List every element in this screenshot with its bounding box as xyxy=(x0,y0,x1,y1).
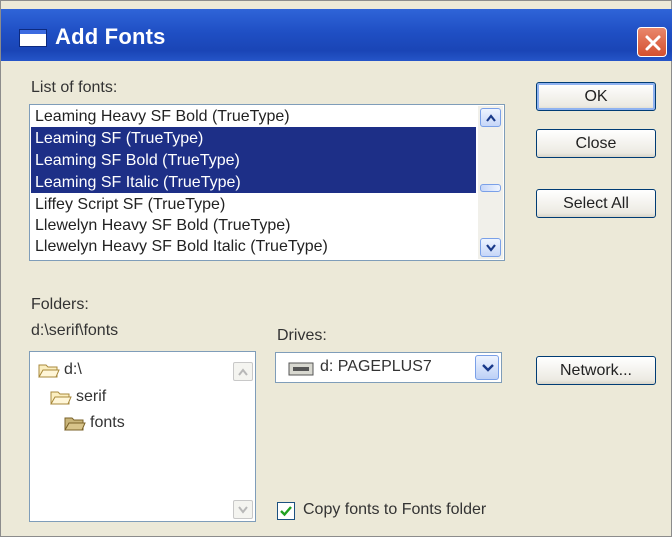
select-all-button[interactable]: Select All xyxy=(536,189,656,218)
folder-item-fonts[interactable]: fonts xyxy=(64,411,125,435)
current-path: d:\serif\fonts xyxy=(31,322,119,339)
font-list-item[interactable]: Leaming Heavy SF Bold (TrueType) xyxy=(35,106,290,127)
folder-scrollbar[interactable] xyxy=(233,354,253,519)
drive-icon xyxy=(288,362,314,376)
font-list-item[interactable]: Llewelyn Heavy SF Bold Italic (TrueType) xyxy=(35,236,328,257)
scroll-down-button[interactable] xyxy=(480,238,501,257)
scroll-thumb[interactable] xyxy=(480,184,501,192)
folder-item-d[interactable]: d:\ xyxy=(38,358,82,382)
scroll-up-button[interactable] xyxy=(233,362,253,381)
folder-icon xyxy=(50,391,72,405)
close-icon xyxy=(645,35,661,51)
scroll-arrow-icon xyxy=(486,114,496,122)
scroll-arrow-icon xyxy=(486,244,496,252)
copy-fonts-label[interactable]: Copy fonts to Fonts folder xyxy=(303,501,486,519)
font-list-label: List of fonts: xyxy=(31,79,118,96)
font-list-item[interactable]: Leaming SF (TrueType) xyxy=(35,128,203,149)
folder-item-serif[interactable]: serif xyxy=(50,385,106,409)
folder-label: fonts xyxy=(90,414,125,431)
chevron-down-icon xyxy=(482,364,494,372)
folder-label: serif xyxy=(76,388,107,405)
font-list-scrollbar[interactable] xyxy=(478,106,503,259)
folders-label: Folders: xyxy=(31,296,89,313)
font-list-item[interactable]: Leaming SF Bold (TrueType) xyxy=(35,150,240,171)
font-list-item[interactable]: Leaming SF Italic (TrueType) xyxy=(35,172,241,193)
dropdown-arrow-button[interactable] xyxy=(475,355,499,380)
add-fonts-dialog: Add Fonts List of fonts: Leaming Heavy S… xyxy=(0,0,672,537)
drive-selected: d: PAGEPLUS7 xyxy=(320,358,432,375)
font-list[interactable]: Leaming Heavy SF Bold (TrueType) Leaming… xyxy=(29,104,505,261)
network-button[interactable]: Network... xyxy=(536,356,656,385)
folder-tree[interactable]: d:\ serif fonts xyxy=(29,351,256,522)
folder-icon xyxy=(64,417,86,431)
scroll-arrow-icon xyxy=(238,368,248,376)
checkmark-icon xyxy=(280,506,292,517)
dialog-title: Add Fonts xyxy=(55,24,166,49)
close-button[interactable]: Close xyxy=(536,129,656,158)
title-bar[interactable]: Add Fonts xyxy=(1,9,672,61)
scroll-arrow-icon xyxy=(238,506,248,514)
drives-dropdown[interactable]: d: PAGEPLUS7 xyxy=(275,352,502,383)
drives-label: Drives: xyxy=(277,327,327,344)
scroll-up-button[interactable] xyxy=(480,108,501,127)
copy-fonts-checkbox[interactable] xyxy=(277,502,295,520)
window-icon xyxy=(19,29,47,47)
font-list-item[interactable]: Llewelyn Heavy SF Bold (TrueType) xyxy=(35,215,291,236)
close-window-button[interactable] xyxy=(637,27,667,57)
ok-button[interactable]: OK xyxy=(536,82,656,111)
font-list-item[interactable]: Liffey Script SF (TrueType) xyxy=(35,194,225,215)
folder-label: d:\ xyxy=(64,361,82,378)
folder-icon xyxy=(38,364,60,378)
scroll-down-button[interactable] xyxy=(233,500,253,519)
